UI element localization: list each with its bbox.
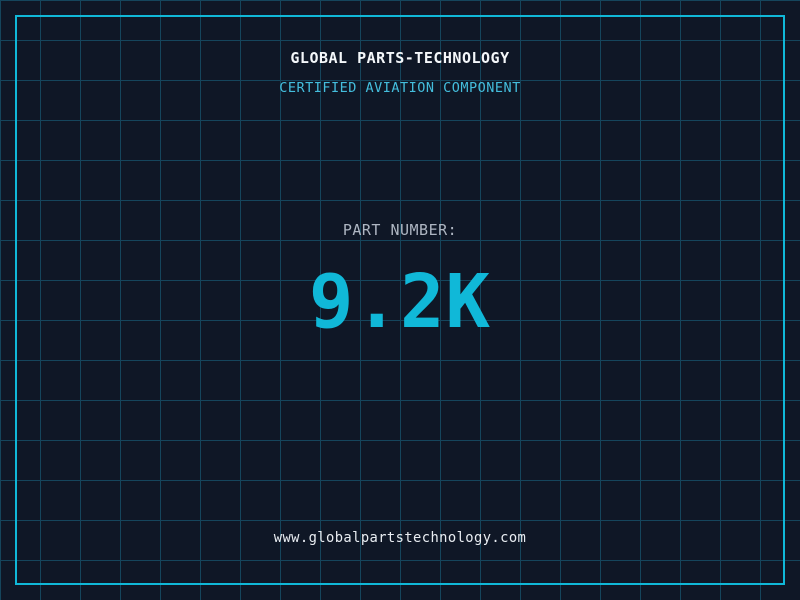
part-number-label: PART NUMBER: [342,221,458,239]
display-screen: GLOBAL PARTS-TECHNOLOGY CERTIFIED AVIATI… [0,0,800,600]
company-title: GLOBAL PARTS-TECHNOLOGY [290,49,510,67]
certification-subtitle: CERTIFIED AVIATION COMPONENT [279,80,521,96]
website-url: www.globalpartstechnology.com [273,530,527,546]
part-number-value: 9.2K [308,259,492,345]
